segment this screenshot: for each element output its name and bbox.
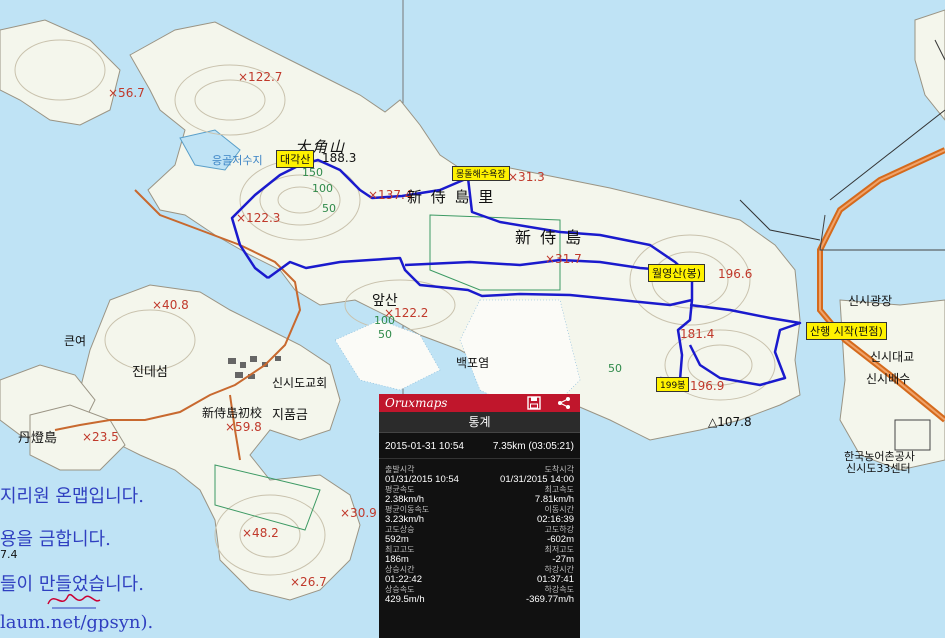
stat-key: 출발시각 bbox=[385, 465, 415, 474]
stat-value: 592m bbox=[385, 534, 409, 545]
elevation-label: △107.8 bbox=[708, 415, 752, 429]
elevation-label: ×40.8 bbox=[152, 298, 189, 312]
save-icon[interactable] bbox=[527, 396, 541, 410]
keunyeo-label: 큰여 bbox=[64, 334, 87, 348]
stat-row: 상승속도 429.5m/h 하강속도 -369.77m/h bbox=[379, 585, 580, 605]
contour-label: 150 bbox=[302, 166, 323, 179]
stat-value: 01:37:41 bbox=[537, 574, 574, 585]
stat-value: 01/31/2015 10:54 bbox=[385, 474, 459, 485]
stat-row: 상승시간 01:22:42 하강시간 01:37:41 bbox=[379, 565, 580, 585]
stat-row: 평균이동속도 3.23km/h 이동시간 02:16:39 bbox=[379, 505, 580, 525]
sinsi-baesu-label: 신시배수 bbox=[866, 372, 911, 386]
watermark-line: laum.net/gpsyn). bbox=[0, 612, 154, 633]
stat-row: 최고고도 186m 최저고도 -27m bbox=[379, 545, 580, 565]
stat-row: 고도상승 592m 고도하강 -602m bbox=[379, 525, 580, 545]
stat-key: 고도하강 bbox=[544, 525, 574, 534]
elevation-label: ×31.3 bbox=[508, 170, 545, 184]
elevation-label: ×122.7 bbox=[238, 70, 283, 84]
elevation-label: 196.9 bbox=[690, 379, 725, 393]
elevation-label: ×30.9 bbox=[340, 506, 377, 520]
stat-value: 7.81km/h bbox=[534, 494, 574, 505]
elevation-label: ×23.5 bbox=[82, 430, 119, 444]
elevation-label: ×122.3 bbox=[236, 211, 281, 225]
baekpogeom-label: 백포염 bbox=[456, 356, 490, 370]
jindeseom-label: 진데섬 bbox=[132, 365, 168, 380]
stat-value: 01:22:42 bbox=[385, 574, 422, 585]
jipumgeum-label: 지품금 bbox=[272, 408, 308, 423]
stat-value: 02:16:39 bbox=[537, 514, 574, 525]
track-date: 2015-01-31 10:54 bbox=[385, 441, 464, 452]
track-distance: 7.35km (03:05:21) bbox=[492, 441, 574, 452]
watermark-stub: 7.4 bbox=[0, 548, 18, 561]
sinsido-ri-label: 新 侍 島 里 bbox=[407, 188, 496, 206]
center33-label: 신시도33센터 bbox=[846, 462, 911, 475]
stat-key: 최고속도 bbox=[544, 485, 574, 494]
stat-key: 최저고도 bbox=[544, 545, 574, 554]
peak199-tag[interactable]: 199봉 bbox=[656, 377, 690, 392]
stat-key: 도착시각 bbox=[544, 465, 574, 474]
elevation-label: ×26.7 bbox=[290, 575, 327, 589]
dandeungdo-label: 丹燈島 bbox=[18, 431, 58, 446]
stat-key: 하강시간 bbox=[544, 565, 574, 574]
app-logo: Oruxmaps bbox=[385, 396, 448, 410]
stat-value: 01/31/2015 14:00 bbox=[500, 474, 574, 485]
contour-label: 50 bbox=[608, 362, 622, 375]
school-label: 新侍島初校 bbox=[202, 406, 263, 420]
contour-label: 50 bbox=[378, 328, 392, 341]
church-label: 신시도교회 bbox=[272, 376, 328, 390]
stat-row: 평균속도 2.38km/h 최고속도 7.81km/h bbox=[379, 485, 580, 505]
signature-icon bbox=[47, 593, 101, 609]
start-tag[interactable]: 산행 시작(편점) bbox=[806, 322, 887, 340]
stat-value: 2.38km/h bbox=[385, 494, 425, 505]
elevation-label: ×31.7 bbox=[545, 252, 582, 266]
stat-key: 평균속도 bbox=[385, 485, 415, 494]
stat-key: 최고고도 bbox=[385, 545, 415, 554]
stat-row: 출발시각 01/31/2015 10:54 도착시각 01/31/2015 14:0… bbox=[379, 465, 580, 485]
stat-key: 고도상승 bbox=[385, 525, 415, 534]
wolyeongsan-tag[interactable]: 월영산(봉) bbox=[648, 264, 706, 282]
stat-key: 상승시간 bbox=[385, 565, 415, 574]
sinsi-bridge-label: 신시대교 bbox=[870, 350, 915, 364]
peak-elevation-label: 188.3 bbox=[322, 151, 357, 165]
contour-label: 100 bbox=[312, 182, 333, 195]
watermark-line: 지리원 온맵입니다. bbox=[0, 486, 144, 507]
sinsi-plaza-label: 신시광장 bbox=[848, 294, 893, 308]
stat-key: 이동시간 bbox=[544, 505, 574, 514]
contour-label: 100 bbox=[374, 314, 395, 327]
beach-tag[interactable]: 몽돌해수욕장 bbox=[452, 166, 510, 181]
stat-value: 3.23km/h bbox=[385, 514, 425, 525]
elevation-label: 196.6 bbox=[718, 267, 753, 281]
elevation-label: 181.4 bbox=[680, 327, 715, 341]
stat-key: 하강속도 bbox=[544, 585, 574, 594]
track-stats-panel: Oruxmaps 통계 2015-01-31 10:54 7.35km (03:… bbox=[379, 394, 580, 638]
stat-key: 평균이동속도 bbox=[385, 505, 430, 514]
stat-value: 186m bbox=[385, 554, 409, 565]
reservoir-label: 응골저수지 bbox=[212, 154, 263, 167]
elevation-label: ×137.4 bbox=[368, 188, 413, 202]
elevation-label: ×56.7 bbox=[108, 86, 145, 100]
contour-label: 50 bbox=[322, 202, 336, 215]
stat-value: -27m bbox=[552, 554, 574, 565]
panel-title: 통계 bbox=[379, 412, 580, 433]
elevation-label: ×59.8 bbox=[225, 420, 262, 434]
stat-key: 상승속도 bbox=[385, 585, 415, 594]
stat-value: -602m bbox=[547, 534, 574, 545]
stat-value: 429.5m/h bbox=[385, 594, 425, 605]
sinsido-label: 新 侍 島 bbox=[515, 228, 584, 247]
elevation-label: ×48.2 bbox=[242, 526, 279, 540]
summary-row: 2015-01-31 10:54 7.35km (03:05:21) bbox=[379, 433, 580, 459]
panel-header: Oruxmaps bbox=[379, 394, 580, 412]
share-icon[interactable] bbox=[557, 396, 571, 410]
stat-value: -369.77m/h bbox=[525, 594, 574, 605]
